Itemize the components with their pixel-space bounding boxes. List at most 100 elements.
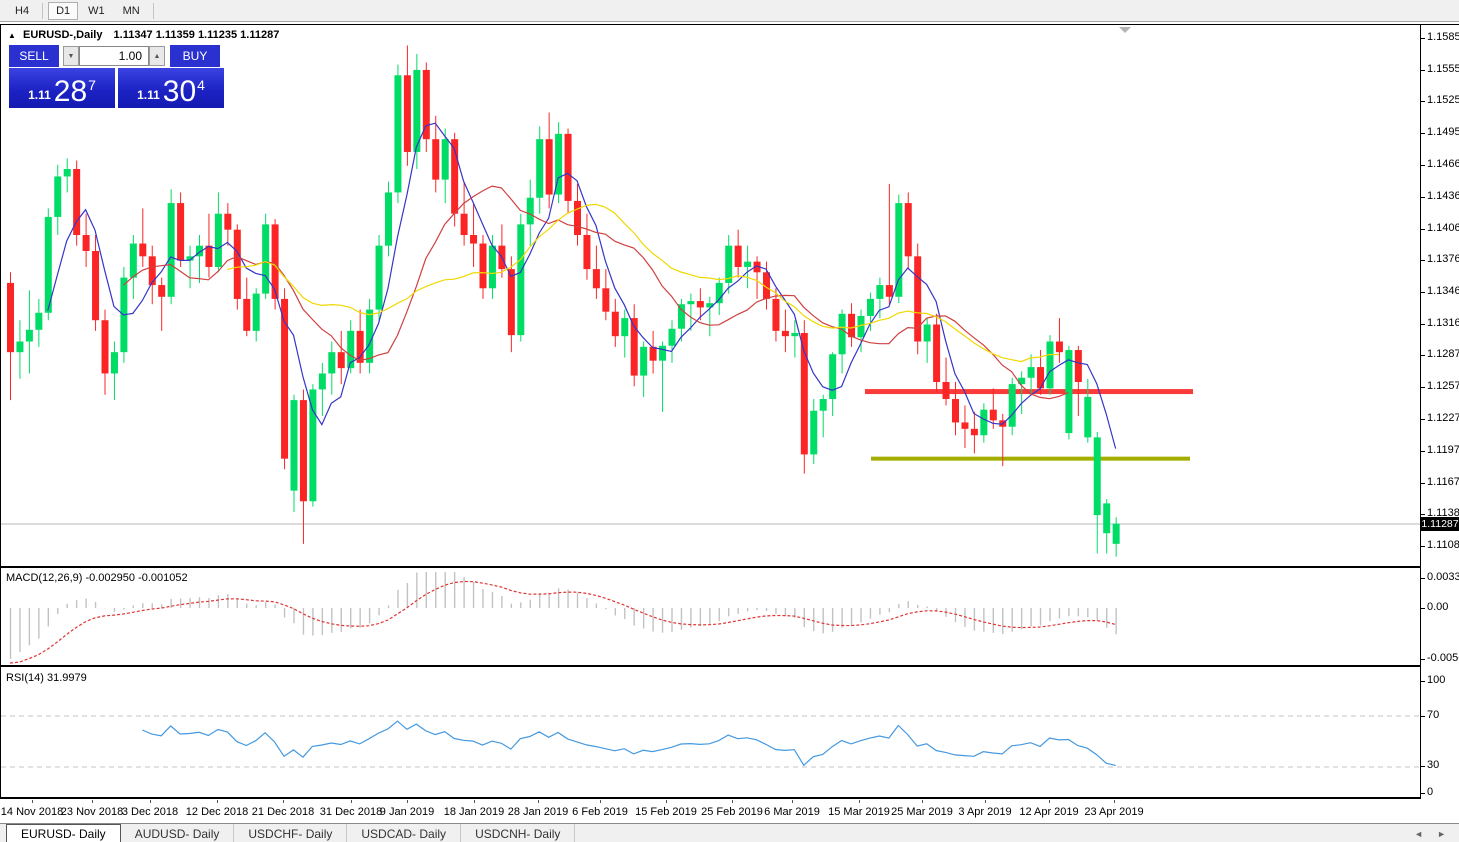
date-axis-label: 25 Feb 2019 [701,806,763,818]
date-axis-label: 3 Dec 2018 [122,806,178,818]
price-axis-label: 1.14660 [1427,158,1459,170]
date-tick [32,800,33,803]
lot-size-input[interactable] [79,46,149,66]
axis-tick [1421,766,1425,767]
tab-scroll-left-icon[interactable]: ◄ [1414,829,1423,839]
tab-usdcnh-daily[interactable]: USDCNH- Daily [461,824,575,842]
axis-tick [1421,324,1425,325]
date-tick [351,800,352,803]
date-axis-label: 25 Mar 2019 [891,806,953,818]
date-axis[interactable]: 14 Nov 201823 Nov 20183 Dec 201812 Dec 2… [0,799,1420,823]
date-axis-label: 15 Mar 2019 [828,806,890,818]
tab-usdcad-daily[interactable]: USDCAD- Daily [347,824,461,842]
price-axis-label: 1.14360 [1427,190,1459,202]
axis-tick [1421,133,1425,134]
price-axis-label: 1.11675 [1427,476,1459,488]
date-axis-label: 3 Apr 2019 [958,806,1011,818]
timeframe-mn-button[interactable]: MN [115,2,148,20]
date-tick [985,800,986,803]
date-tick [217,800,218,803]
date-axis-label: 21 Dec 2018 [252,806,314,818]
sell-price-pip: 7 [88,77,96,93]
one-click-trading-panel: SELL ▼ ▲ BUY 1.11 28 7 1.11 30 4 [8,44,228,109]
date-axis-label: 9 Jan 2019 [380,806,434,818]
price-axis-label: 1.13165 [1427,317,1459,329]
axis-tick [1421,659,1425,660]
date-tick [922,800,923,803]
axis-tick [1421,716,1425,717]
axis-tick [1421,546,1425,547]
date-tick [732,800,733,803]
date-tick [600,800,601,803]
date-tick [1114,800,1115,803]
date-tick [666,800,667,803]
date-axis-label: 12 Apr 2019 [1019,806,1078,818]
buy-price-display[interactable]: 1.11 30 4 [118,68,224,108]
timeframe-d1-button[interactable]: D1 [48,2,78,20]
price-axis-label: 1.11080 [1427,539,1459,551]
macd-indicator-label: MACD(12,26,9) -0.002950 -0.001052 [6,572,188,584]
price-axis-label: 1.13465 [1427,285,1459,297]
macd-axis-label: 0.003383 [1427,571,1459,583]
price-axis-label: 1.11975 [1427,444,1459,456]
axis-tick [1421,197,1425,198]
date-axis-label: 23 Apr 2019 [1084,806,1143,818]
chart-title: ▲ EURUSD-,Daily 1.11347 1.11359 1.11235 … [8,29,279,41]
date-tick [792,800,793,803]
buy-price-base: 1.11 [137,88,160,102]
date-axis-label: 31 Dec 2018 [320,806,382,818]
tab-scroll-controls: ◄ ► [1407,824,1459,842]
price-axis[interactable]: 1.11287 1.158501.155501.152551.149551.14… [1421,0,1459,842]
date-tick [859,800,860,803]
price-axis-label: 1.15550 [1427,63,1459,75]
date-axis-label: 23 Nov 2018 [61,806,123,818]
macd-axis-label: 0.00 [1427,601,1448,613]
axis-tick [1421,292,1425,293]
date-tick [407,800,408,803]
lot-decrease-button[interactable]: ▼ [63,46,79,66]
tab-audusd-daily[interactable]: AUDUSD- Daily [121,824,235,842]
axis-tick [1421,229,1425,230]
price-axis-label: 1.14060 [1427,222,1459,234]
axis-tick [1421,578,1425,579]
tab-usdchf-daily[interactable]: USDCHF- Daily [234,824,347,842]
date-axis-label: 28 Jan 2019 [508,806,569,818]
date-tick [150,800,151,803]
tab-eurusd-daily[interactable]: EURUSD- Daily [6,824,121,842]
date-axis-label: 18 Jan 2019 [444,806,505,818]
price-axis-label: 1.12870 [1427,348,1459,360]
date-axis-label: 12 Dec 2018 [186,806,248,818]
price-axis-label: 1.14955 [1427,126,1459,138]
date-tick [538,800,539,803]
rsi-axis-label: 70 [1427,709,1439,721]
axis-tick [1421,38,1425,39]
date-tick [92,800,93,803]
toolbar-separator [42,3,43,19]
lot-increase-button[interactable]: ▲ [149,46,165,66]
rsi-chart-canvas[interactable] [0,667,1420,797]
toolbar-separator [153,3,154,19]
axis-tick [1421,451,1425,452]
collapse-triangle-icon[interactable]: ▲ [8,31,16,40]
axis-tick [1421,70,1425,71]
axis-tick [1421,793,1425,794]
date-axis-label: 6 Mar 2019 [764,806,820,818]
date-tick [283,800,284,803]
macd-chart-canvas[interactable] [0,568,1420,665]
axis-tick [1421,608,1425,609]
axis-tick [1421,101,1425,102]
price-axis-label: 1.12275 [1427,412,1459,424]
timeframe-w1-button[interactable]: W1 [80,2,113,20]
buy-button[interactable]: BUY [170,45,220,67]
sell-button[interactable]: SELL [9,45,59,67]
symbol-tab-bar: EURUSD- Daily AUDUSD- Daily USDCHF- Dail… [0,823,1459,842]
timeframe-h4-button[interactable]: H4 [7,2,37,20]
axis-tick [1421,514,1425,515]
sell-price-display[interactable]: 1.11 28 7 [9,68,115,108]
tab-scroll-right-icon[interactable]: ► [1437,829,1446,839]
rsi-axis-label: 30 [1427,759,1439,771]
current-price-badge: 1.11287 [1421,517,1459,531]
axis-tick [1421,355,1425,356]
date-axis-label: 15 Feb 2019 [635,806,697,818]
rsi-indicator-label: RSI(14) 31.9979 [6,672,87,684]
